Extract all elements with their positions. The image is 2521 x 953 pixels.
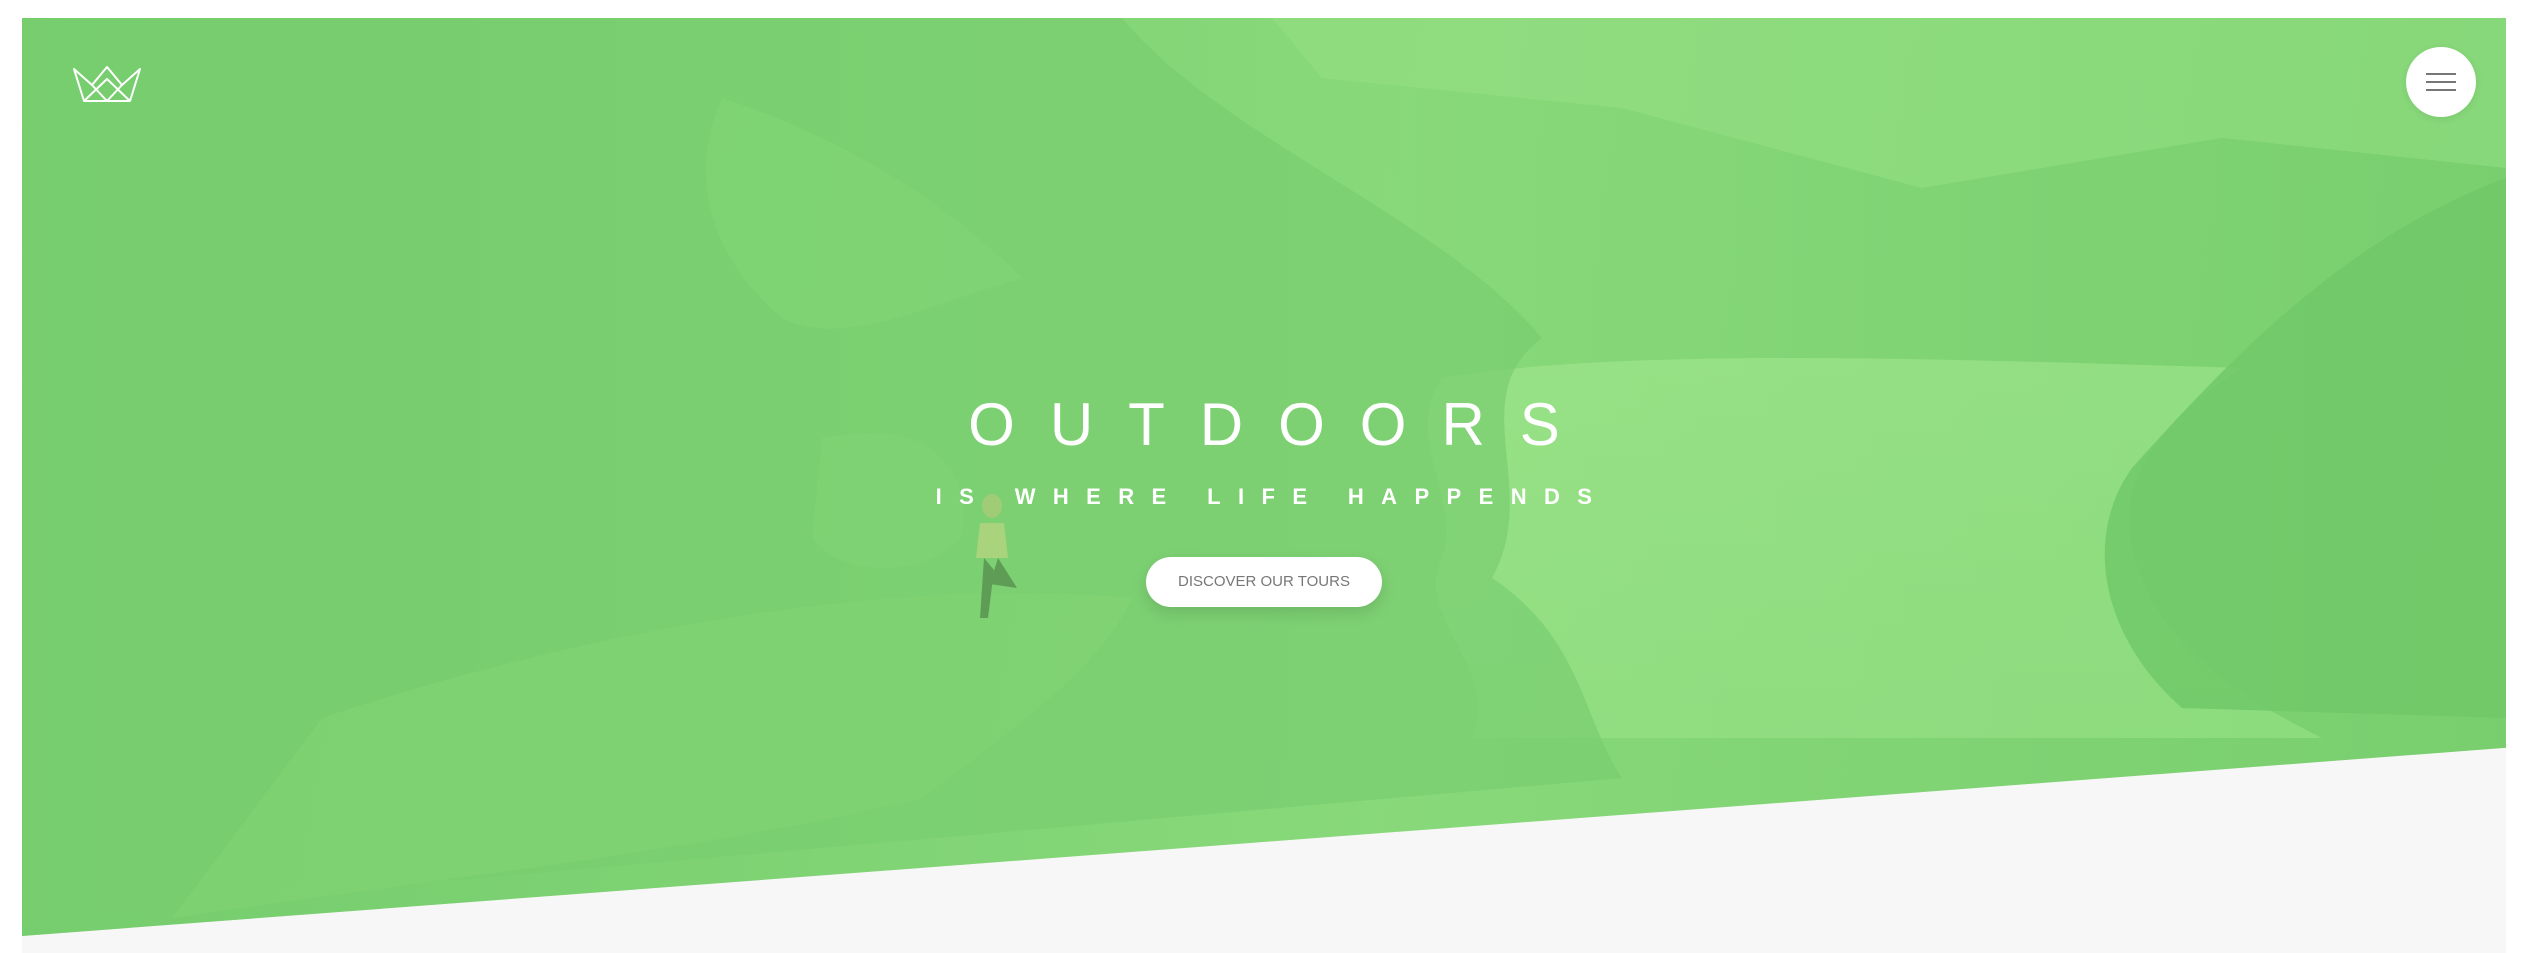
hero-heading: OUTDOORS IS WHERE LIFE HAPPENDS	[22, 390, 2506, 512]
hamburger-menu-icon	[2426, 73, 2456, 75]
hero-header: OUTDOORS IS WHERE LIFE HAPPENDS DISCOVER…	[22, 18, 2506, 936]
hero-subtitle: IS WHERE LIFE HAPPENDS	[935, 484, 1610, 509]
discover-tours-button[interactable]: DISCOVER OUR TOURS	[1146, 557, 1382, 607]
hero-title: OUTDOORS	[968, 391, 1595, 458]
page: OUTDOORS IS WHERE LIFE HAPPENDS DISCOVER…	[22, 18, 2506, 953]
crown-icon[interactable]	[72, 65, 142, 105]
hamburger-menu-icon-bar	[2426, 89, 2456, 91]
hamburger-menu-icon-bar	[2426, 81, 2456, 83]
menu-button[interactable]	[2406, 47, 2476, 117]
